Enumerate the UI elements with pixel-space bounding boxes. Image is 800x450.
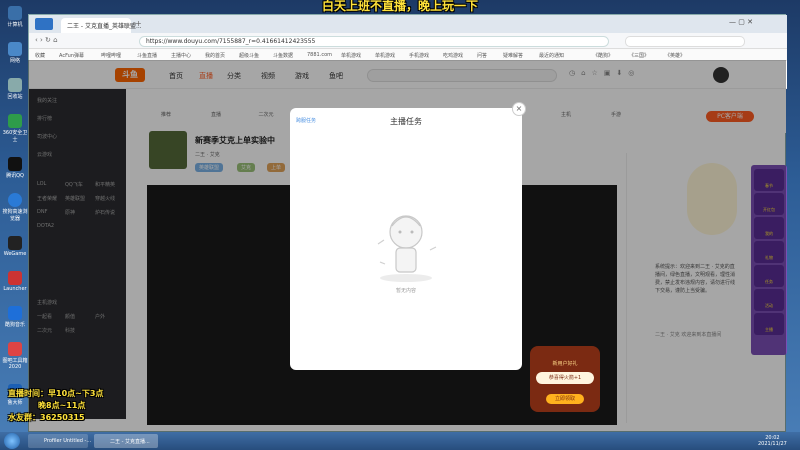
bookmark-item[interactable]: 单机游戏 bbox=[341, 52, 361, 59]
bookmark-item[interactable]: 单机游戏 bbox=[375, 52, 395, 59]
qq-group: 水友群：36250315 bbox=[8, 413, 85, 422]
address-bar-row: ‹ › ↻ ⌂ https://www.douyu.com/7155887_r=… bbox=[29, 33, 787, 49]
shield-icon bbox=[8, 114, 22, 128]
back-forward-icon[interactable]: ‹ › ↻ ⌂ bbox=[35, 36, 58, 44]
bookmark-item[interactable]: 《酷狗》 bbox=[593, 52, 613, 59]
schedule-line-2: 晚8点~11点 bbox=[38, 401, 86, 410]
window-controls[interactable]: — ▢ ✕ bbox=[729, 18, 753, 26]
desktop-icon-wegame[interactable]: WeGame bbox=[2, 236, 28, 257]
anchor-task-modal: 跨服任务 主播任务 × 暂无内容 bbox=[290, 102, 526, 370]
desktop-icon-kugou[interactable]: 酷狗音乐 bbox=[2, 306, 28, 328]
launcher-icon bbox=[8, 271, 22, 285]
modal-title: 主播任务 bbox=[390, 117, 422, 126]
bookmark-item[interactable]: 《三国》 bbox=[629, 52, 649, 59]
bookmark-item[interactable]: 哔哩哔哩 bbox=[101, 52, 121, 59]
desktop-icons: 计算机 网络 回收站 360安全卫士 腾讯QQ 搜狗高速浏览器 WeGame L… bbox=[2, 6, 28, 406]
stream-overlay-banner: 白天上班不直播，晚上玩一下 bbox=[321, 0, 478, 13]
desktop-icon-recycle[interactable]: 回收站 bbox=[2, 78, 28, 100]
bookmark-item[interactable]: 我的首页 bbox=[205, 52, 225, 59]
schedule-line-1: 直播时间：早10点~下3点 bbox=[8, 389, 104, 398]
gift-amount: 恭喜得火箭+1 bbox=[536, 372, 594, 384]
network-icon bbox=[8, 42, 22, 56]
wegame-icon bbox=[8, 236, 22, 250]
recycle-bin-icon bbox=[8, 78, 22, 92]
bookmark-item[interactable]: 手机游戏 bbox=[409, 52, 429, 59]
taskbar-item-profiler[interactable]: Profiler Untitled -... bbox=[28, 434, 91, 448]
toolbox-icon bbox=[8, 342, 22, 356]
bookmark-item[interactable]: 7881.com bbox=[307, 52, 332, 58]
taskbar-item-browser[interactable]: 二王 - 艾克直播... bbox=[94, 434, 158, 448]
bookmark-item[interactable]: 疑难解答 bbox=[503, 52, 523, 59]
new-tab-button[interactable]: + bbox=[135, 19, 142, 28]
browser-icon bbox=[8, 193, 22, 207]
taskbar: Profiler Untitled -... 二王 - 艾克直播... 20:0… bbox=[0, 432, 800, 450]
bookmark-item[interactable]: 斗鱼数据 bbox=[273, 52, 293, 59]
bookmark-item[interactable]: 斗鱼直播 bbox=[137, 52, 157, 59]
stream-schedule-overlay: 直播时间：早10点~下3点 晚8点~11点 水友群：36250315 bbox=[8, 388, 128, 424]
desktop-icon-360[interactable]: 360安全卫士 bbox=[2, 114, 28, 143]
start-button-icon[interactable] bbox=[4, 433, 20, 449]
gift-title: 新用户好礼 bbox=[552, 361, 578, 367]
desktop-icon-network[interactable]: 网络 bbox=[2, 42, 28, 64]
url-input[interactable]: https://www.douyu.com/7155887_r=0.416614… bbox=[139, 36, 609, 47]
tab-douyu[interactable]: 二王 - 艾克直播_英雄联盟... bbox=[61, 18, 142, 33]
claim-gift-button[interactable]: 立即领取 bbox=[546, 394, 584, 404]
qq-icon bbox=[8, 157, 22, 171]
bookmark-item[interactable]: 超级斗鱼 bbox=[239, 52, 259, 59]
bookmark-item[interactable]: 问答 bbox=[477, 52, 487, 59]
desktop-icon-toolbox[interactable]: 图吧工具箱2020 bbox=[2, 342, 28, 370]
music-icon bbox=[8, 306, 22, 320]
browser-search-input[interactable] bbox=[625, 36, 745, 47]
bookmark-item[interactable]: 《英雄》 bbox=[665, 52, 685, 59]
empty-state-illustration bbox=[377, 215, 437, 282]
bookmark-item[interactable]: AcFun弹幕 bbox=[59, 52, 84, 59]
bookmark-item[interactable]: 最近的通知 bbox=[539, 52, 564, 59]
desktop-icon-sogou[interactable]: 搜狗高速浏览器 bbox=[2, 193, 28, 222]
browser-logo-icon bbox=[35, 18, 53, 30]
new-user-gift-popup: 新用户好礼 恭喜得火箭+1 立即领取 bbox=[530, 346, 600, 412]
modal-empty-text: 暂无内容 bbox=[395, 288, 416, 294]
desktop-icon-qq[interactable]: 腾讯QQ bbox=[2, 157, 28, 179]
system-clock[interactable]: 20:02 2021/11/27 bbox=[758, 435, 787, 447]
bookmark-item[interactable]: 主播中心 bbox=[171, 52, 191, 59]
bookmark-item[interactable]: 收藏 bbox=[35, 52, 45, 59]
tab-bar: 二王 - 艾克直播_英雄联盟... + — ▢ ✕ bbox=[29, 15, 787, 33]
close-icon[interactable]: × bbox=[512, 102, 526, 116]
bookmark-item[interactable]: 吃鸡游戏 bbox=[443, 52, 463, 59]
clock-date: 2021/11/27 bbox=[758, 441, 787, 447]
desktop-icon-launcher[interactable]: Launcher bbox=[2, 271, 28, 292]
